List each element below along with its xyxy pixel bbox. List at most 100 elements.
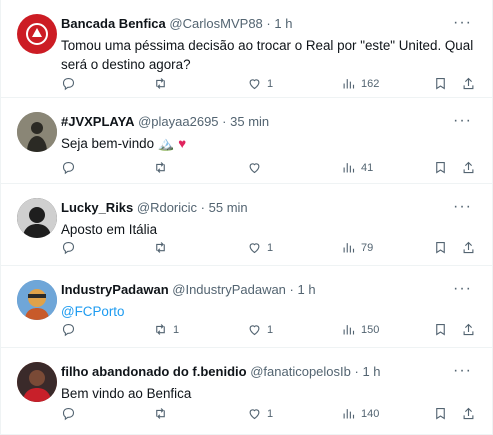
share-icon [463,241,474,254]
reply-button[interactable] [61,406,81,421]
avatar[interactable] [17,112,57,152]
reply-button[interactable] [61,160,81,175]
like-button[interactable]: 1 [247,240,273,255]
timestamp[interactable]: 1 h [362,364,380,379]
tweet-text: Seja bem-vindo 🏔️ ♥ [61,134,476,153]
views-button[interactable]: 150 [341,322,379,337]
like-count: 1 [267,407,274,420]
tweet[interactable]: #JVXPLAYA @playaa2695 · 35 min ··· Seja … [1,98,492,184]
user-handle[interactable]: @Rdoricic [137,200,197,215]
user-handle[interactable]: @IndustryPadawan [172,282,286,297]
like-count: 1 [267,77,274,90]
tweet-text: Tomou uma péssima decisão ao trocar o Re… [61,38,474,72]
avatar[interactable] [17,14,57,54]
share-icon [463,77,474,90]
red-heart-emoji: ♥ [178,136,187,151]
retweet-button[interactable] [153,406,173,421]
reply-button[interactable] [61,240,81,255]
share-button[interactable] [461,76,476,91]
timestamp[interactable]: 1 h [298,282,316,297]
tweet[interactable]: Lucky_Riks @Rdoricic · 55 min ··· Aposto… [1,184,492,266]
more-icon[interactable]: ··· [453,112,472,130]
separator: · [289,282,294,297]
user-handle[interactable]: @fanaticopelosIb [250,364,351,379]
share-button[interactable] [461,240,476,255]
like-button[interactable] [247,160,267,175]
user-handle[interactable]: @CarlosMVP88 [169,16,262,31]
display-name[interactable]: Lucky_Riks [61,200,133,215]
timestamp[interactable]: 1 h [274,16,292,31]
display-name[interactable]: #JVXPLAYA [61,114,134,129]
tweet[interactable]: IndustryPadawan @IndustryPadawan · 1 h ·… [1,266,492,348]
share-icon [463,323,474,336]
more-icon[interactable]: ··· [453,362,472,380]
like-button[interactable]: 1 [247,406,273,421]
tweet[interactable]: filho abandonado do f.benidio @fanaticop… [1,348,492,435]
tweet-text: Bem vindo ao Benfica [61,386,192,401]
like-button[interactable]: 1 [247,322,273,337]
views-button[interactable]: 79 [341,240,373,255]
share-button[interactable] [461,160,476,175]
retweet-button[interactable] [153,76,173,91]
like-icon [249,243,260,254]
mountain-emoji: 🏔️ [157,136,175,151]
separator: · [354,364,359,379]
retweet-button[interactable] [153,240,173,255]
display-name[interactable]: filho abandonado do f.benidio [61,364,247,379]
separator: · [266,16,271,31]
bookmark-button[interactable] [433,160,448,175]
like-count: 1 [267,323,274,336]
share-icon [463,407,474,420]
views-button[interactable]: 41 [341,160,373,175]
share-button[interactable] [461,406,476,421]
like-button[interactable]: 1 [247,76,273,91]
like-count: 1 [267,241,274,254]
view-count: 150 [361,323,380,336]
display-name[interactable]: Bancada Benfica [61,16,166,31]
user-handle[interactable]: @playaa2695 [138,114,218,129]
avatar[interactable] [17,362,57,402]
avatar[interactable] [17,198,57,238]
views-icon [343,79,355,89]
tweet-header: Lucky_Riks @Rdoricic · 55 min [61,200,476,216]
timestamp[interactable]: 55 min [209,200,248,215]
tweet-header: filho abandonado do f.benidio @fanaticop… [61,364,476,380]
action-bar: 1 140 [61,406,476,424]
tweet[interactable]: Bancada Benfica @CarlosMVP88 · 1 h ··· T… [1,0,492,98]
bookmark-button[interactable] [433,76,448,91]
action-bar: 1 79 [61,240,476,258]
reply-button[interactable] [61,76,81,91]
retweet-button[interactable]: 1 [153,322,179,337]
more-icon[interactable]: ··· [453,14,472,32]
action-bar: 1 1 150 [61,322,476,340]
share-button[interactable] [461,322,476,337]
views-button[interactable]: 140 [341,406,379,421]
retweet-button[interactable] [153,160,173,175]
mention-link[interactable]: @FCPorto [61,302,476,321]
bookmark-icon [436,407,445,420]
reply-button[interactable] [61,322,81,337]
more-icon[interactable]: ··· [453,280,472,298]
retweet-icon [156,408,165,419]
bookmark-button[interactable] [433,240,448,255]
tweet-feed: Bancada Benfica @CarlosMVP88 · 1 h ··· T… [0,0,493,435]
reply-icon [62,161,75,175]
display-name[interactable]: IndustryPadawan [61,282,169,297]
tweet-header: IndustryPadawan @IndustryPadawan · 1 h [61,282,476,298]
retweet-icon [156,162,165,173]
more-icon[interactable]: ··· [453,198,472,216]
bookmark-icon [436,161,445,174]
reply-icon [62,323,75,337]
like-icon [249,409,260,420]
view-count: 140 [361,407,380,420]
bookmark-button[interactable] [433,406,448,421]
views-icon [343,243,355,253]
tweet-header: Bancada Benfica @CarlosMVP88 · 1 h [61,16,476,32]
tweet-text: Aposto em Itália [61,222,158,237]
views-button[interactable]: 162 [341,76,379,91]
timestamp[interactable]: 35 min [230,114,269,129]
bookmark-button[interactable] [433,322,448,337]
avatar[interactable] [17,280,57,320]
views-icon [343,163,355,173]
tweet-text-body: Seja bem-vindo [61,136,155,151]
